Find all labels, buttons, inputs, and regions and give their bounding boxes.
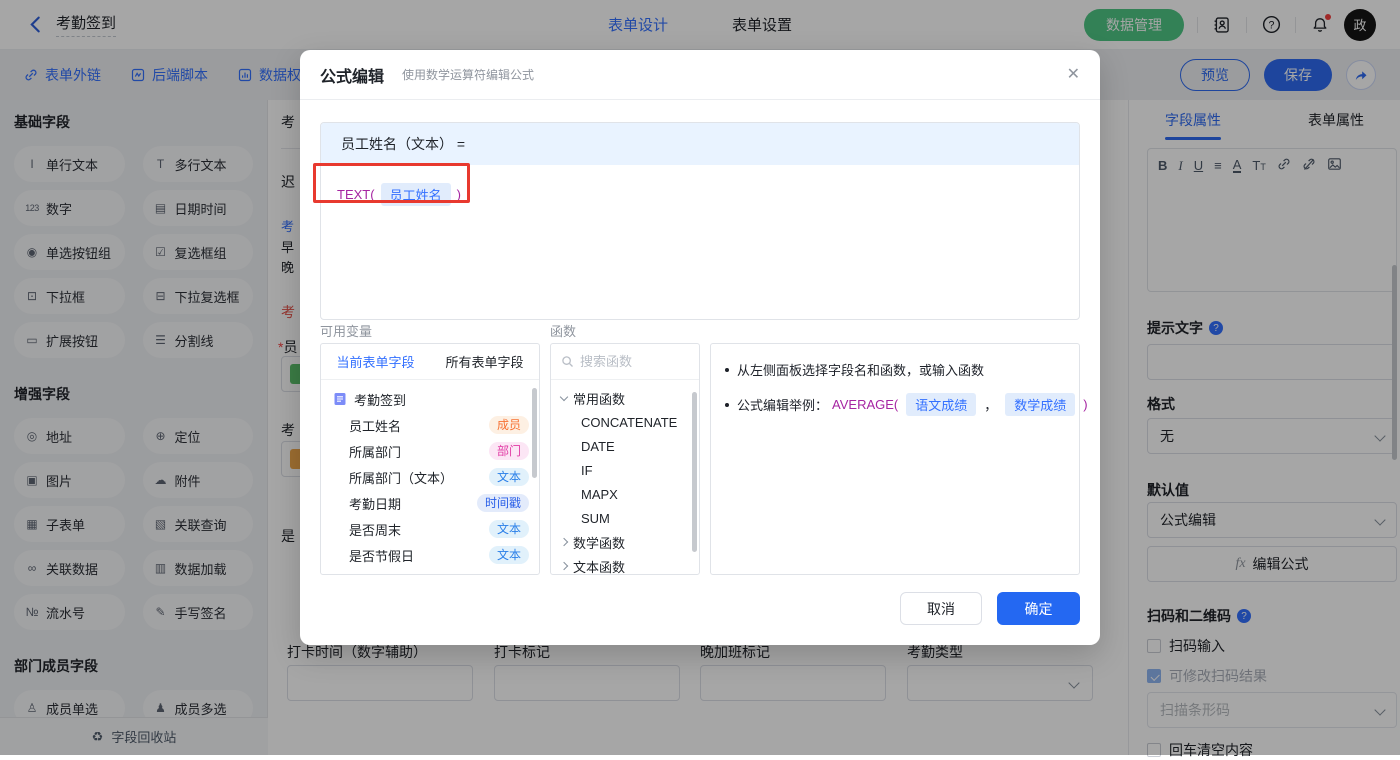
formula-help-panel: 从左侧面板选择字段名和函数，或输入函数 公式编辑举例： AVERAGE( 语文成…: [710, 343, 1088, 575]
type-badge: 文本: [488, 546, 529, 564]
example-field-chip: 数学成绩: [1005, 393, 1076, 416]
dialog-subtitle: 使用数学运算符编辑公式: [402, 68, 535, 82]
function-group-math[interactable]: 数学函数: [551, 530, 699, 554]
help-example-prefix: 公式编辑举例：: [737, 398, 829, 413]
tab-all-form-fields[interactable]: 所有表单字段: [430, 344, 539, 379]
function-item[interactable]: IF: [551, 458, 699, 482]
variable-item[interactable]: 所属部门 部门: [321, 438, 539, 464]
type-badge: 成员: [488, 416, 529, 434]
formula-target-line: 员工姓名（文本） =: [321, 123, 1079, 165]
functions-label: 函数: [550, 324, 577, 339]
bullet-icon: [725, 367, 729, 372]
bullet-icon: [725, 402, 729, 407]
variables-label: 可用变量: [320, 324, 373, 339]
variable-item[interactable]: 是否节假日 文本: [321, 542, 539, 568]
variables-scrollbar[interactable]: [532, 388, 537, 478]
search-input[interactable]: [580, 354, 680, 369]
function-search[interactable]: [551, 344, 699, 380]
tab-current-form-fields[interactable]: 当前表单字段: [321, 344, 430, 379]
variable-item[interactable]: 考勤日期 时间戳: [321, 490, 539, 516]
chevron-right-icon: [559, 561, 569, 571]
example-comma: ，: [984, 398, 998, 413]
variable-item[interactable]: 是否周末 文本: [321, 516, 539, 542]
dialog-title: 公式编辑: [320, 68, 385, 86]
type-badge: 时间戳: [476, 494, 529, 512]
search-icon: [562, 356, 573, 367]
close-icon[interactable]: ✕: [1067, 66, 1080, 83]
help-text: 从左侧面板选择字段名和函数，或输入函数: [737, 363, 985, 378]
chevron-down-icon: [559, 392, 569, 401]
example-close-paren: ): [1083, 397, 1088, 412]
type-badge: 文本: [488, 520, 529, 538]
variable-item[interactable]: 所属部门（文本） 文本: [321, 464, 539, 490]
variables-panel: 当前表单字段 所有表单字段 考勤签到 员工姓名 成员 所属部门 部门 所属部门（文本…: [320, 343, 540, 575]
document-icon: [334, 393, 346, 405]
example-field-chip: 语文成绩: [906, 393, 977, 416]
example-function: AVERAGE(: [832, 397, 899, 412]
function-group-common[interactable]: 常用函数: [551, 386, 699, 410]
formula-editor[interactable]: 员工姓名（文本） = TEXT( 员工姓名 ): [320, 122, 1080, 320]
variables-root-node[interactable]: 考勤签到: [321, 386, 539, 412]
annotation-highlight-box: [313, 163, 470, 203]
formula-edit-dialog: 公式编辑 使用数学运算符编辑公式 ✕ 员工姓名（文本） = TEXT( 员工姓名…: [300, 50, 1100, 645]
variable-item[interactable]: 员工姓名 成员: [321, 412, 539, 438]
type-badge: 文本: [488, 468, 529, 486]
cancel-button[interactable]: 取消: [900, 592, 982, 625]
chevron-right-icon: [559, 537, 569, 547]
functions-panel: 常用函数 CONCATENATE DATE IF MAPX SUM 数学函数 文…: [550, 343, 700, 575]
function-item[interactable]: SUM: [551, 506, 699, 530]
type-badge: 部门: [488, 442, 529, 460]
function-group-text[interactable]: 文本函数: [551, 554, 699, 574]
function-item[interactable]: MAPX: [551, 482, 699, 506]
function-item[interactable]: CONCATENATE: [551, 410, 699, 434]
function-item[interactable]: DATE: [551, 434, 699, 458]
functions-scrollbar[interactable]: [692, 392, 697, 552]
confirm-button[interactable]: 确定: [997, 592, 1080, 625]
